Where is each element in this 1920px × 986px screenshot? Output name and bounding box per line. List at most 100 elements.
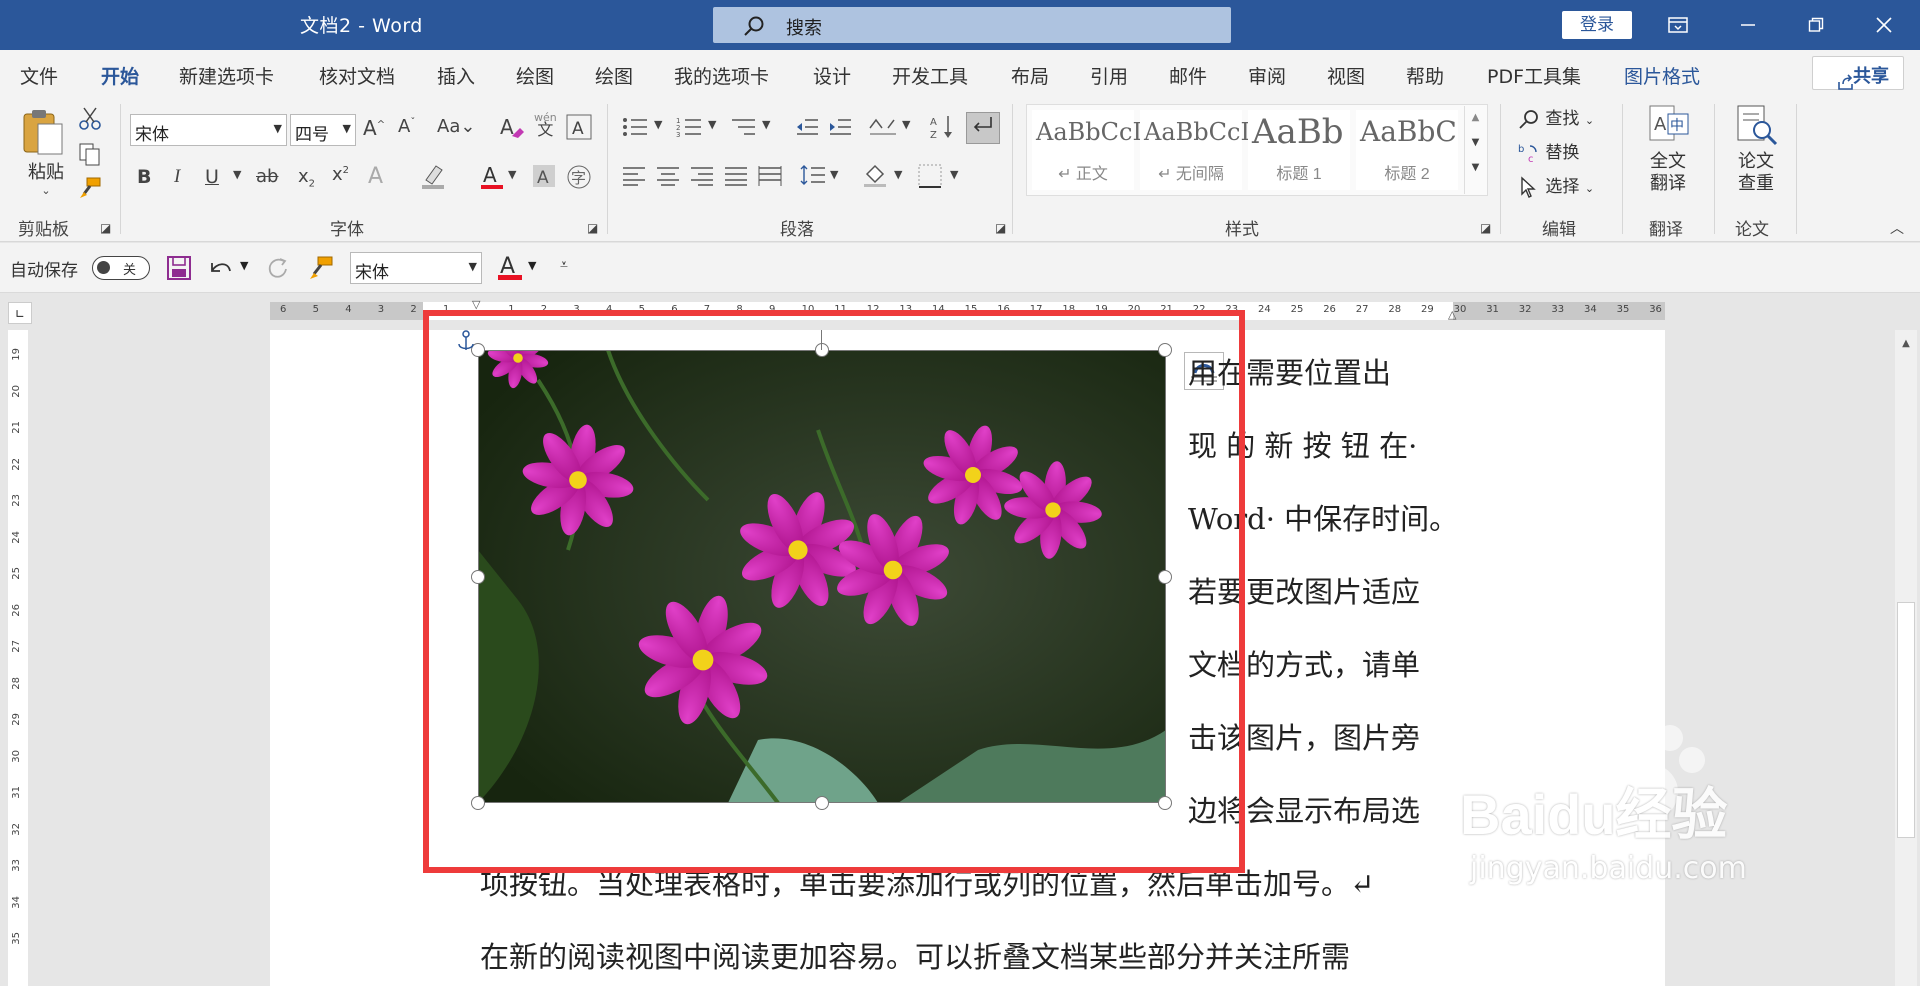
tab-mailings[interactable]: 邮件 [1169,62,1207,89]
tab-draw-2[interactable]: 绘图 [595,62,633,89]
change-case-button[interactable]: Aa⌄ [437,116,475,137]
bullets-icon[interactable] [622,116,648,138]
multilevel-list-icon[interactable] [730,116,756,138]
chevron-down-icon[interactable]: ▼ [762,118,770,131]
style-normal[interactable]: AaBbCcI ↵ 正文 [1032,110,1142,190]
font-color-icon[interactable]: A [480,162,504,190]
chevron-up-icon[interactable]: ▲ [1465,112,1486,123]
font-color-icon[interactable]: A [496,251,524,281]
tab-picture-format[interactable]: 图片格式 [1624,62,1700,89]
chevron-down-icon[interactable]: ▼ [902,118,910,131]
chevron-down-icon[interactable]: ▼ [894,168,902,181]
style-no-spacing[interactable]: AaBbCcI ↵ 无间隔 [1140,110,1250,190]
tab-review[interactable]: 审阅 [1248,62,1286,89]
vertical-ruler[interactable]: 19 20 21 22 23 24 25 26 27 28 29 30 31 32 33 34 35 [8,330,28,986]
full-text-translate-button[interactable]: A中 全文 翻译 [1640,104,1696,195]
grow-font-button[interactable]: A^ [363,116,385,140]
tab-design[interactable]: 设计 [813,62,851,89]
search-box[interactable]: 搜索 [713,7,1231,43]
tab-new-tab[interactable]: 新建选项卡 [179,62,274,89]
find-button[interactable]: 查找 ⌄ [1518,104,1594,130]
autosave-toggle[interactable]: 关 [92,256,150,280]
superscript-button[interactable]: x2 [332,164,349,185]
align-left-icon[interactable] [622,166,646,186]
save-icon[interactable] [166,255,192,281]
format-painter-icon[interactable] [78,176,102,200]
dialog-launcher-icon[interactable]: ◪ [587,221,598,235]
restore-button[interactable] [1786,0,1846,50]
font-name-combobox[interactable]: 宋体 ▼ [130,114,287,146]
cut-icon[interactable] [78,106,102,130]
text-effects-button[interactable]: A [368,164,383,189]
chevron-down-icon[interactable]: ▼ [508,168,516,181]
clear-formatting-icon[interactable]: A [498,114,524,140]
chevron-down-icon[interactable]: ▼ [708,118,716,131]
ribbon-display-options-button[interactable] [1648,0,1708,50]
shading-icon[interactable] [862,162,888,188]
dialog-launcher-icon[interactable]: ◪ [1480,221,1491,235]
chevron-down-icon[interactable]: ▼ [233,168,241,181]
body-text-line[interactable]: 在新的阅读视图中阅读更加容易。可以折叠文档某些部分并关注所需 [480,934,1350,976]
align-right-icon[interactable] [690,166,714,186]
distributed-icon[interactable] [758,166,782,186]
paper-check-button[interactable]: 论文 查重 [1728,104,1784,195]
highlight-color-icon[interactable] [420,162,446,190]
underline-button[interactable]: U [205,166,219,188]
redo-icon[interactable] [264,255,290,281]
paste-button[interactable]: 粘贴 ⌄ [18,104,74,200]
subscript-button[interactable]: x2 [298,166,315,190]
character-border-icon[interactable]: A [566,114,592,140]
format-painter-icon[interactable] [308,255,334,281]
style-heading-1[interactable]: AaBb 标题 1 [1248,110,1350,190]
share-button[interactable]: 共享 [1812,56,1904,90]
vertical-scrollbar[interactable]: ▲ [1895,330,1917,986]
tab-home[interactable]: 开始 [101,62,140,97]
right-indent-marker-icon[interactable]: △ [1448,308,1456,321]
tab-developer[interactable]: 开发工具 [892,62,968,89]
tab-my-tab[interactable]: 我的选项卡 [674,62,769,89]
decrease-indent-icon[interactable] [795,116,819,138]
strikethrough-button[interactable]: ab [256,166,278,187]
numbering-icon[interactable]: 123 [676,116,702,138]
line-spacing-icon[interactable] [800,164,826,186]
styles-scroll[interactable]: ▲ ▼ ▼ [1464,106,1486,194]
chevron-down-icon[interactable]: ▼ [1465,137,1486,148]
tab-layout[interactable]: 布局 [1011,62,1049,89]
chinese-layout-icon[interactable] [868,114,898,138]
chevron-down-icon[interactable]: ▼ [950,168,958,181]
italic-button[interactable]: I [174,166,180,188]
tab-insert[interactable]: 插入 [437,62,475,89]
enclose-characters-icon[interactable]: 字 [566,164,592,190]
select-button[interactable]: 选择 ⌄ [1518,172,1594,198]
shrink-font-button[interactable]: Aˇ [398,116,415,137]
character-shading-icon[interactable]: A [532,164,556,188]
tab-help[interactable]: 帮助 [1406,62,1444,89]
login-button[interactable]: 登录 [1562,11,1632,39]
tab-proofread[interactable]: 核对文档 [319,62,395,89]
qat-font-combobox[interactable]: 宋体 ▼ [350,252,482,284]
minimize-button[interactable] [1718,0,1778,50]
tab-pdf-tools[interactable]: PDF工具集 [1487,62,1581,89]
more-styles-icon[interactable]: ▼ [1465,162,1486,173]
tab-view[interactable]: 视图 [1327,62,1365,89]
tab-references[interactable]: 引用 [1090,62,1128,89]
font-size-combobox[interactable]: 四号 ▼ [290,114,356,146]
bold-button[interactable]: B [137,166,151,188]
chevron-down-icon[interactable]: ▼ [240,259,248,272]
customize-qat-icon[interactable]: ⩡ [560,257,568,273]
scrollbar-thumb[interactable] [1897,602,1915,838]
copy-icon[interactable] [78,142,102,166]
tab-file[interactable]: 文件 [20,62,58,89]
tab-draw-1[interactable]: 绘图 [516,62,554,89]
chevron-up-icon[interactable]: ▲ [1895,338,1917,349]
undo-icon[interactable] [208,255,234,281]
show-formatting-marks-icon[interactable] [966,112,1000,144]
style-heading-2[interactable]: AaBbC 标题 2 [1356,110,1458,190]
close-button[interactable] [1854,0,1914,50]
align-center-icon[interactable] [656,166,680,186]
increase-indent-icon[interactable] [828,116,852,138]
replace-button[interactable]: bc 替换 [1518,138,1579,164]
tab-selector-icon[interactable]: ∟ [8,302,32,324]
chevron-down-icon[interactable]: ▼ [528,259,536,272]
dialog-launcher-icon[interactable]: ◪ [995,221,1006,235]
